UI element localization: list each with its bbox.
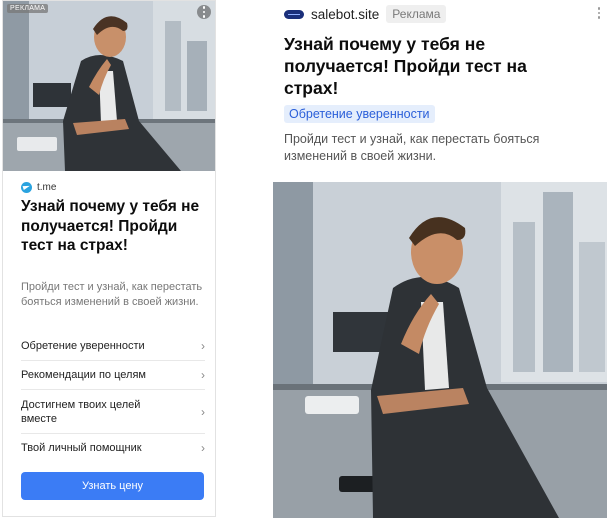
chevron-right-icon: ›: [201, 368, 205, 382]
sitelink-assistant[interactable]: Твой личный помощник ›: [21, 434, 205, 462]
source-link[interactable]: t.me: [21, 182, 56, 193]
site-domain[interactable]: salebot.site: [311, 7, 379, 22]
ad-card-large[interactable]: salebot.site Реклама Узнай почему у тебя…: [273, 0, 609, 523]
source-domain: t.me: [37, 182, 57, 193]
sitelink-label: Достигнем твоих целей вместе: [21, 398, 141, 425]
salebot-logo-icon: [284, 9, 304, 19]
sitelinks-list: Обретение уверенности › Рекомендации по …: [21, 332, 205, 462]
chevron-right-icon: ›: [201, 339, 205, 353]
learn-price-button[interactable]: Узнать цену: [21, 472, 204, 500]
ad-badge: Реклама: [386, 5, 447, 23]
sitelink-tag[interactable]: Обретение уверенности: [284, 105, 435, 123]
more-vertical-icon[interactable]: [592, 6, 606, 20]
sitelink-confidence[interactable]: Обретение уверенности ›: [21, 332, 205, 361]
telegram-icon: [21, 182, 32, 193]
ad-header: salebot.site Реклама: [284, 5, 447, 23]
ad-description: Пройди тест и узнай, как перестать боять…: [284, 132, 540, 163]
more-vertical-icon[interactable]: [197, 5, 211, 19]
ad-image[interactable]: [3, 1, 215, 171]
sitelink-label: Обретение уверенности: [21, 340, 145, 352]
ad-badge: РЕКЛАМА: [7, 4, 49, 13]
chevron-right-icon: ›: [201, 441, 205, 455]
sitelink-label: Твой личный помощник: [21, 442, 142, 454]
ad-title[interactable]: Узнай почему у тебя не получается! Пройд…: [284, 33, 584, 99]
ad-description: Пройди тест и узнай, как перестать боять…: [21, 281, 203, 308]
chevron-right-icon: ›: [201, 404, 205, 419]
office-photo-illustration: [3, 1, 215, 171]
sitelink-label: Рекомендации по целям: [21, 369, 146, 381]
ad-card-compact[interactable]: РЕКЛАМА t.me Узнай почему у тебя не полу…: [2, 0, 216, 517]
ad-image[interactable]: [273, 182, 607, 518]
ad-title[interactable]: Узнай почему у тебя не получается! Пройд…: [21, 197, 211, 256]
sitelink-achieve[interactable]: Достигнем твоих целей вместе ›: [21, 390, 205, 434]
sitelink-goals[interactable]: Рекомендации по целям ›: [21, 361, 205, 390]
office-photo-illustration: [273, 182, 607, 518]
